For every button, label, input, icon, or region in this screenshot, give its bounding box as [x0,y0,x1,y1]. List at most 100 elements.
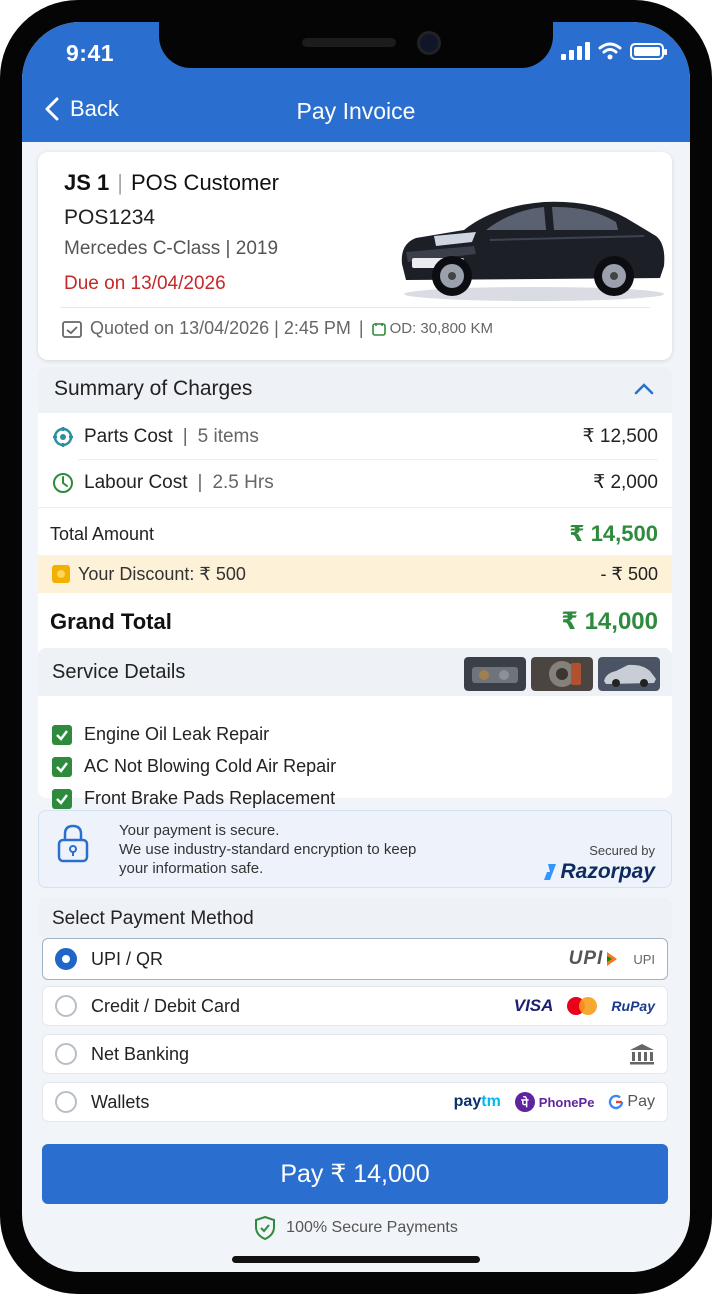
security-line-1: Your payment is secure. [119,822,280,839]
footer-text: 100% Secure Payments [286,1219,458,1236]
odometer-icon [371,322,386,336]
service-item-label: Front Brake Pads Replacement [84,788,336,808]
labour-sep: | [197,471,203,493]
radio-unselected-icon[interactable] [55,1043,77,1065]
home-indicator[interactable] [232,1256,480,1263]
car-image [401,201,665,301]
notch [159,22,553,68]
speaker [302,38,396,47]
grand-total-row: Grand Total ₹ 14,000 [50,607,658,636]
chevron-up-icon[interactable] [634,381,654,395]
service-list: Engine Oil Leak Repair AC Not Blowing Co… [38,696,672,809]
nav-bar: Back Pay Invoice [22,90,690,140]
card-logos: VISA RuPay [514,996,655,1016]
mastercard-icon [567,997,598,1015]
od-separator: | [358,318,364,338]
vehicle-number: POS1234 [64,206,156,229]
row-divider [78,459,658,460]
service-title: Service Details [52,661,186,683]
checkbox-checked-icon[interactable] [52,788,72,809]
radio-unselected-icon[interactable] [55,1091,77,1113]
payment-header: Select Payment Method [38,898,672,938]
labour-detail: 2.5 Hrs [212,471,274,493]
customer-name: POS Customer [130,170,279,195]
odometer-reading: OD: 30,800 KM [389,320,493,337]
service-photo-engine[interactable] [464,657,526,691]
pay-button[interactable]: Pay ₹ 14,000 [42,1144,668,1204]
invoice-title: JS 1 | POS Customer [64,170,279,196]
phonepe-mark-icon: पे [514,1092,535,1112]
paytm-logo: paytm [453,1093,501,1110]
service-item[interactable]: AC Not Blowing Cold Air Repair [52,756,336,777]
row-divider [38,507,672,508]
payment-option-card[interactable]: Credit / Debit Card VISA RuPay [42,986,668,1026]
service-item-label: AC Not Blowing Cold Air Repair [84,756,337,776]
model-year: 2019 [235,238,279,259]
wallet-logos: paytm पे PhonePe Pay [454,1092,655,1112]
payment-option-wallets[interactable]: Wallets paytm पे PhonePe Pay [42,1082,668,1122]
summary-header[interactable]: Summary of Charges [38,367,672,413]
title-separator: | [117,170,123,195]
radio-unselected-icon[interactable] [55,995,77,1017]
summary-title: Summary of Charges [54,377,253,400]
parts-detail: 5 items [197,425,259,447]
checkbox-checked-icon[interactable] [52,756,72,777]
clock-icon [53,472,73,493]
visa-logo: VISA [513,996,554,1015]
vehicle-model: Mercedes C-Class | 2019 [64,238,278,260]
screen: 9:41 Back Pay Invoice JS 1 | POS Custome… [22,22,690,1272]
payment-option-netbanking[interactable]: Net Banking [42,1034,668,1074]
option-label: Net Banking [91,1043,190,1064]
summary-body: Parts Cost | 5 items ₹ 12,500 Labour Cos… [38,413,672,653]
job-id: JS 1 [64,170,110,195]
status-icons [561,42,667,60]
discount-row: Your Discount: ₹ 500 - ₹ 500 [38,555,672,593]
parts-label: Parts Cost [84,425,173,447]
model-name: Mercedes C-Class [64,238,221,259]
service-item[interactable]: Engine Oil Leak Repair [52,724,269,745]
parts-row: Parts Cost | 5 items ₹ 12,500 [52,425,658,448]
service-photo-brake[interactable] [531,657,593,691]
quoted-text: Quoted on 13/04/2026 | 2:45 PM [90,318,351,338]
parts-sep: | [182,425,188,447]
payment-title: Select Payment Method [52,908,254,929]
google-g-icon [609,1094,624,1110]
service-photo-car[interactable] [598,657,660,691]
discount-label: Your Discount: ₹ 500 [78,563,246,584]
camera [417,31,441,55]
grand-total-label: Grand Total [50,608,172,634]
shield-check-icon [255,1216,276,1240]
rupay-logo: RuPay [611,998,655,1014]
page-title: Pay Invoice [296,98,416,124]
total-label: Total Amount [50,523,155,544]
security-line-3: your information safe. [119,860,264,877]
grand-total-amount: ₹ 14,000 [561,608,658,635]
service-header: Service Details [38,648,672,696]
payment-option-upi[interactable]: UPI / QR UPI UPI [42,938,668,980]
labour-row: Labour Cost | 2.5 Hrs ₹ 2,000 [52,471,658,494]
service-item[interactable]: Front Brake Pads Replacement [52,788,335,809]
model-separator: | [225,238,236,259]
due-date: Due on 13/04/2026 [64,273,226,294]
upi-logo: UPI [568,948,604,969]
upi-text: UPI [633,951,655,967]
secure-footer: 100% Secure Payments [22,1216,690,1240]
radio-selected-icon[interactable] [55,948,77,970]
phone-frame: 9:41 Back Pay Invoice JS 1 | POS Custome… [0,0,712,1294]
labour-amount: ₹ 2,000 [593,472,658,493]
wifi-icon [598,42,622,60]
card-divider [60,307,650,308]
bank-icon [630,1044,654,1065]
quote-info: Quoted on 13/04/2026 | 2:45 PM | OD: 30,… [62,318,493,339]
payment-methods: Select Payment Method UPI / QR UPI UPI C… [38,898,672,1162]
secured-by: Secured by Razorpay [543,843,655,884]
signal-icon [561,42,590,60]
lock-icon [57,824,89,863]
secured-by-label: Secured by [589,843,655,858]
security-line-2: We use industry-standard encryption to k… [119,841,417,858]
security-notice: Your payment is secure. We use industry-… [38,810,672,888]
upi-arrow-icon [607,952,618,966]
odometer: OD: 30,800 KM [371,320,493,337]
invoice-card: JS 1 | POS Customer POS1234 Mercedes C-C… [38,152,672,360]
checkbox-checked-icon[interactable] [52,724,72,745]
